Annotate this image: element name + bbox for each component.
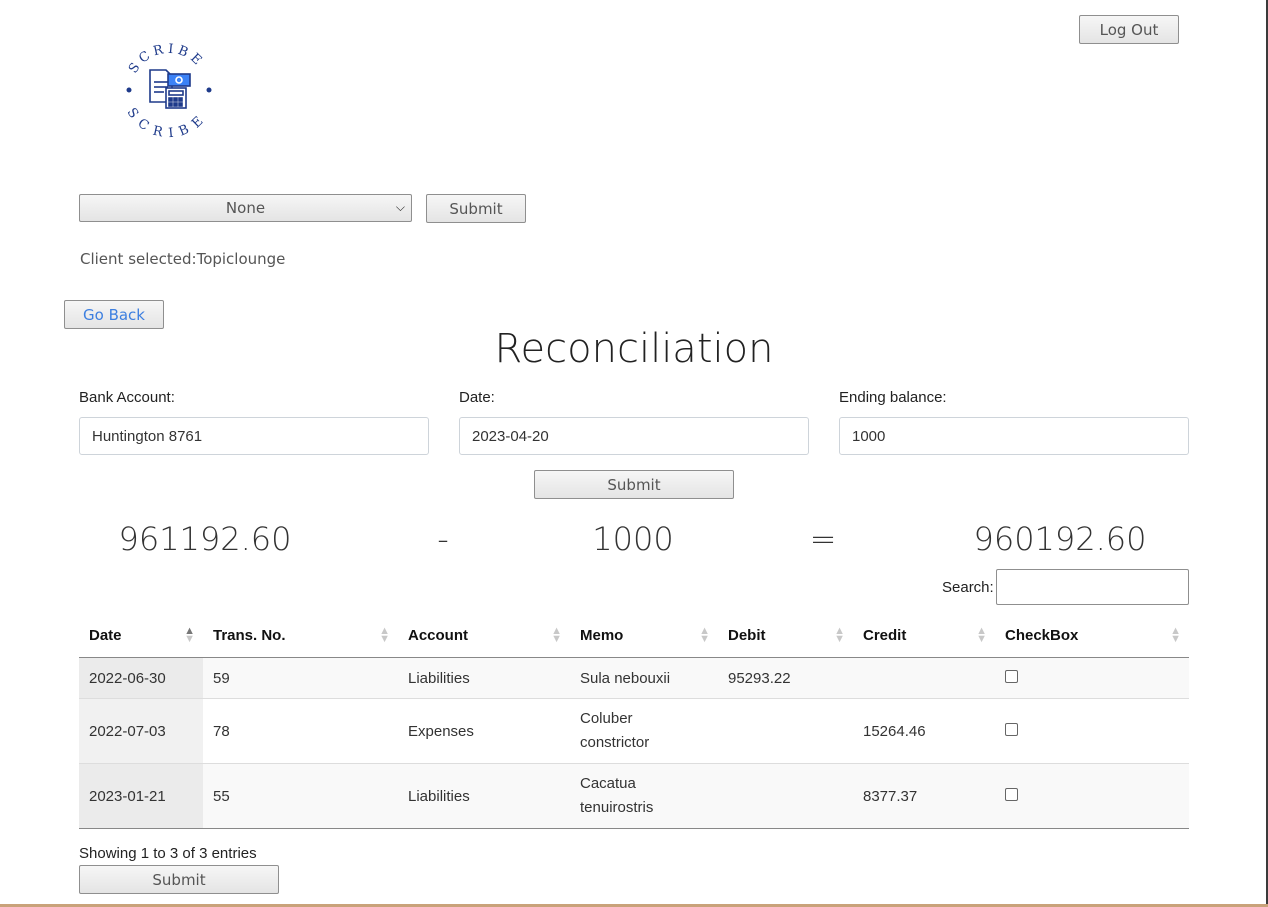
search-label: Search: [942, 579, 994, 596]
sort-icon: ▲ ▼ [699, 625, 710, 645]
table-row: 2022-06-30 59 Liabilities Sula nebouxii … [79, 657, 1189, 699]
cell-account: Expenses [398, 698, 570, 764]
column-header-trans-no[interactable]: Trans. No. ▲ ▼ [203, 614, 398, 658]
go-back-button[interactable]: Go Back [64, 300, 164, 329]
cell-credit [853, 657, 995, 699]
cell-credit: 15264.46 [853, 698, 995, 764]
client-select-value: None [225, 199, 266, 217]
ending-balance-input[interactable]: 1000 [839, 417, 1189, 455]
page-title: Reconciliation [494, 326, 774, 372]
cell-date: 2022-06-30 [79, 657, 203, 699]
table-header-row: Date ▲ ▼ Trans. No. ▲ ▼ Account ▲ ▼ Memo ▲ ▼ Deb… [79, 614, 1189, 658]
column-header-label: Trans. No. [213, 627, 286, 644]
column-header-debit[interactable]: Debit ▲ ▼ [718, 614, 853, 658]
reconciliation-submit-button[interactable]: Submit [79, 865, 279, 894]
column-header-memo[interactable]: Memo ▲ ▼ [570, 614, 718, 658]
row-checkbox[interactable] [1005, 722, 1018, 736]
sort-icon: ▲ ▼ [1170, 625, 1181, 645]
client-selected-text: Client selected:Topiclounge [80, 250, 285, 268]
search-input[interactable] [996, 569, 1189, 605]
client-name: Topiclounge [196, 250, 286, 268]
client-select[interactable]: None ⌵ [79, 194, 412, 222]
cell-trans-no: 55 [203, 763, 398, 829]
date-input[interactable]: 2023-04-20 [459, 417, 809, 455]
ending-balance-value: 1000 [592, 520, 674, 558]
cell-date: 2022-07-03 [79, 698, 203, 764]
cell-debit: 95293.22 [718, 657, 853, 699]
client-selected-label: Client selected: [80, 250, 197, 268]
table-row: 2022-07-03 78 Expenses Coluber constricto… [79, 698, 1189, 764]
equals-sign: = [809, 520, 837, 558]
minus-sign: - [437, 520, 449, 558]
svg-text:SCRIBE: SCRIBE [124, 105, 210, 138]
client-submit-button[interactable]: Submit [426, 194, 526, 223]
memo-line: tenuirostris [580, 799, 654, 816]
column-header-label: Account [408, 627, 468, 644]
document-calculator-icon [149, 69, 191, 109]
book-balance-value: 961192.60 [118, 520, 292, 558]
bank-account-label: Bank Account: [79, 389, 175, 406]
sort-icon: ▲ ▼ [834, 625, 845, 645]
cell-checkbox [995, 698, 1189, 764]
table-info: Showing 1 to 3 of 3 entries [79, 845, 257, 862]
cell-memo: Sula nebouxii [570, 657, 718, 699]
date-label: Date: [459, 389, 495, 406]
transactions-table: Date ▲ ▼ Trans. No. ▲ ▼ Account ▲ ▼ Memo ▲ ▼ Deb… [79, 614, 1189, 829]
row-checkbox[interactable] [1005, 787, 1018, 801]
column-header-label: Credit [863, 627, 907, 644]
column-header-date[interactable]: Date ▲ ▼ [79, 614, 203, 658]
logo-text-bottom: SCRIBE [124, 105, 206, 138]
cell-trans-no: 59 [203, 657, 398, 699]
memo-line: Cacatua [580, 775, 636, 792]
cell-account: Liabilities [398, 763, 570, 829]
reconcile-submit-button[interactable]: Submit [534, 470, 734, 499]
sort-icon: ▲ ▼ [976, 625, 987, 645]
cell-account: Liabilities [398, 657, 570, 699]
cell-trans-no: 78 [203, 698, 398, 764]
column-header-label: Memo [580, 627, 624, 644]
memo-line: constrictor [580, 734, 650, 751]
memo-line: Sula nebouxii [580, 669, 671, 687]
cell-checkbox [995, 657, 1189, 699]
sort-icon: ▲ ▼ [551, 625, 562, 645]
cell-checkbox [995, 763, 1189, 829]
table-row: 2023-01-21 55 Liabilities Cacatua tenuiro… [79, 763, 1189, 829]
column-header-checkbox[interactable]: CheckBox ▲ ▼ [995, 614, 1189, 658]
bank-account-input[interactable]: Huntington 8761 [79, 417, 429, 455]
cell-credit: 8377.37 [853, 763, 995, 829]
column-header-credit[interactable]: Credit ▲ ▼ [853, 614, 995, 658]
cell-date: 2023-01-21 [79, 763, 203, 829]
column-header-label: Date [89, 627, 122, 644]
difference-value: 960192.60 [973, 520, 1147, 558]
sort-icon: ▲ ▼ [379, 625, 390, 645]
scribe-logo: SCRIBE SCRIBE [124, 42, 212, 138]
memo-line: Coluber [580, 710, 633, 727]
row-checkbox[interactable] [1005, 669, 1018, 683]
cell-memo: Cacatua tenuirostris [570, 763, 718, 829]
column-header-label: CheckBox [1005, 627, 1079, 644]
ending-balance-label: Ending balance: [839, 389, 947, 406]
cell-debit [718, 698, 853, 764]
cell-debit [718, 763, 853, 829]
logout-button[interactable]: Log Out [1079, 15, 1179, 44]
column-header-label: Debit [728, 627, 766, 644]
sort-icon: ▲ ▼ [184, 625, 195, 645]
cell-memo: Coluber constrictor [570, 698, 718, 764]
chevron-down-icon: ⌵ [395, 200, 405, 214]
column-header-account[interactable]: Account ▲ ▼ [398, 614, 570, 658]
